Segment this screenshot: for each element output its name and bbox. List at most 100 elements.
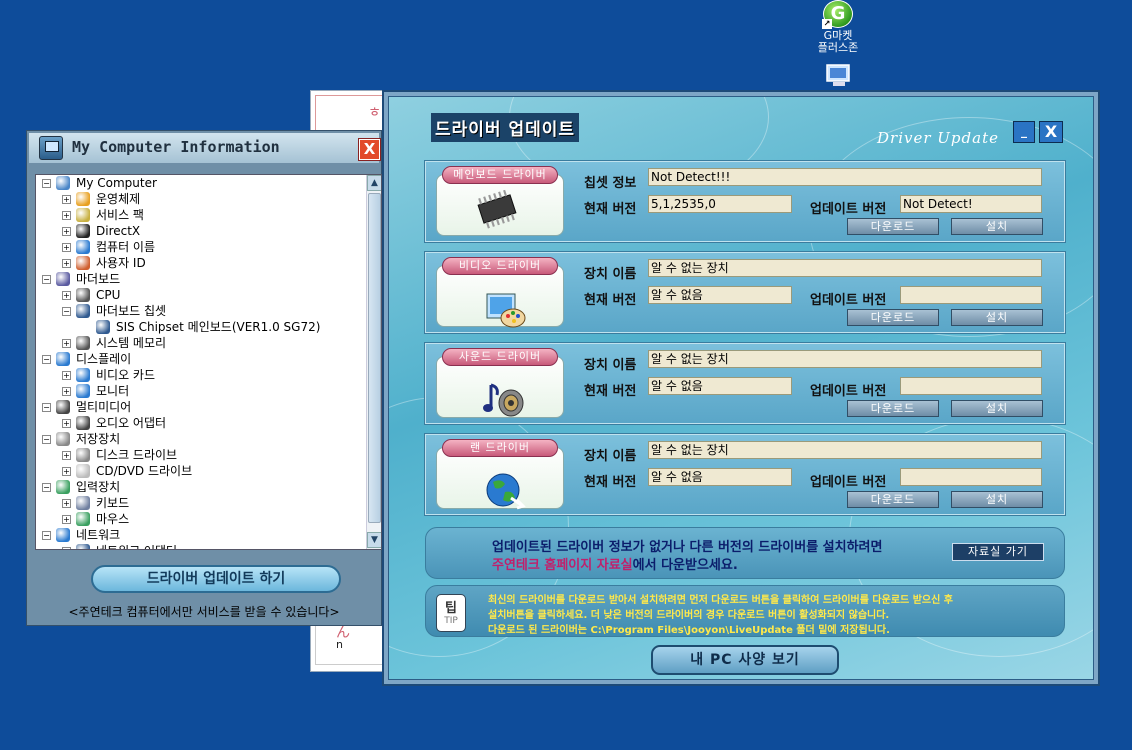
tree-item-label: 디스크 드라이브 <box>96 448 178 462</box>
view-my-pc-spec-button[interactable]: 내 PC 사양 보기 <box>651 645 839 675</box>
tree-item[interactable]: − 마더보드 <box>36 271 366 287</box>
sound-driver-tag: 사운드 드라이버 <box>442 348 558 366</box>
tree-item[interactable]: + DirectX <box>36 223 366 239</box>
tree-item-label: 저장장치 <box>76 432 121 446</box>
tree-item[interactable]: + 사용자 ID <box>36 255 366 271</box>
title-bar[interactable]: My Computer Information X <box>29 133 381 163</box>
expand-icon[interactable]: + <box>62 259 71 268</box>
music-speaker-icon <box>483 383 524 417</box>
expand-icon[interactable]: + <box>62 195 71 204</box>
current-version-field: 알 수 없음 <box>648 377 792 395</box>
expand-icon[interactable]: + <box>62 467 71 476</box>
install-button[interactable]: 설치 <box>951 491 1043 508</box>
tree-item[interactable]: + 서비스 팩 <box>36 207 366 223</box>
speaker-icon <box>76 416 90 430</box>
tip-line3: 다운로드 된 드라이버는 C:\Program Files\Jooyon\Liv… <box>488 625 890 636</box>
install-button[interactable]: 설치 <box>951 218 1043 235</box>
update-version-field <box>900 468 1042 486</box>
expand-icon[interactable]: + <box>62 499 71 508</box>
collapse-icon[interactable]: − <box>42 531 51 540</box>
tree-item-label: 멀티미디어 <box>76 400 132 414</box>
tree-item[interactable]: + CD/DVD 드라이브 <box>36 463 366 479</box>
collapse-icon[interactable]: − <box>42 179 51 188</box>
pc-icon <box>96 320 110 334</box>
mainboard-driver-panel: 메인보드 드라이버 칩셋 정보 Not Detect!!! 현재 버전 5,1,… <box>424 160 1066 243</box>
scroll-up-icon[interactable]: ▲ <box>367 175 381 191</box>
tree-item-label: 비디오 카드 <box>96 368 156 382</box>
window-title: My Computer Information <box>72 138 280 156</box>
expand-icon[interactable]: + <box>62 387 71 396</box>
shortcut-arrow-icon: ↗ <box>822 19 832 29</box>
current-version-label: 현재 버전 <box>584 384 637 399</box>
windows-icon <box>76 192 90 206</box>
tree-item[interactable]: − 네트워크 <box>36 527 366 543</box>
window-title: 드라이버 업데이트 <box>431 113 580 142</box>
download-button[interactable]: 다운로드 <box>847 218 939 235</box>
tree-item-label: SIS Chipset 메인보드(VER1.0 SG72) <box>116 320 321 334</box>
computer-desktop-icon[interactable] <box>824 64 854 88</box>
tree-item[interactable]: − 저장장치 <box>36 431 366 447</box>
expand-icon[interactable]: + <box>62 547 71 549</box>
tree-item[interactable]: + 비디오 카드 <box>36 367 366 383</box>
download-button[interactable]: 다운로드 <box>847 491 939 508</box>
tree-item[interactable]: + 네트워크 어댑터 <box>36 543 366 549</box>
close-button[interactable]: X <box>1039 121 1063 143</box>
globe-icon <box>56 528 70 542</box>
device-tree[interactable]: − My Computer + 운영체제 + 서비스 팩 + DirectX + 컴퓨터 이름 + 사… <box>35 174 382 550</box>
scroll-thumb[interactable] <box>368 193 381 523</box>
current-version-label: 현재 버전 <box>584 293 637 308</box>
tree-item[interactable]: + 마우스 <box>36 511 366 527</box>
tree-item[interactable]: − 입력장치 <box>36 479 366 495</box>
download-button[interactable]: 다운로드 <box>847 309 939 326</box>
go-to-archive-button[interactable]: 자료실 가기 <box>952 543 1044 561</box>
expand-icon[interactable]: + <box>62 339 71 348</box>
gmarket-icon: G ↗ <box>822 0 853 29</box>
tree-item[interactable]: + CPU <box>36 287 366 303</box>
expand-icon[interactable]: + <box>62 291 71 300</box>
tree-item[interactable]: − 디스플레이 <box>36 351 366 367</box>
tree-item[interactable]: + 오디오 어댑터 <box>36 415 366 431</box>
current-version-label: 현재 버전 <box>584 202 637 217</box>
gmarket-icon-label-line2: 플러스존 <box>817 41 859 54</box>
collapse-icon[interactable]: − <box>42 355 51 364</box>
tree-item[interactable]: − My Computer <box>36 175 366 191</box>
install-button[interactable]: 설치 <box>951 309 1043 326</box>
vertical-scrollbar[interactable]: ▲ ▼ <box>366 175 381 549</box>
bg-window-char: ㅎ <box>368 105 381 121</box>
expand-icon[interactable]: + <box>62 227 71 236</box>
tree-item[interactable]: − 멀티미디어 <box>36 399 366 415</box>
homepage-link[interactable]: 주연테크 홈페이지 자료실 <box>492 558 633 573</box>
collapse-icon[interactable]: − <box>42 435 51 444</box>
minimize-button[interactable]: _ <box>1013 121 1035 143</box>
tree-item[interactable]: + 컴퓨터 이름 <box>36 239 366 255</box>
tree-item-label: 마우스 <box>96 512 130 526</box>
collapse-icon[interactable]: − <box>42 483 51 492</box>
palette-icon <box>486 293 526 328</box>
gmarket-desktop-icon[interactable]: G ↗ G마켓 플러스존 <box>808 0 868 54</box>
tree-item-label: 서비스 팩 <box>96 208 144 222</box>
scroll-down-icon[interactable]: ▼ <box>367 532 381 548</box>
expand-icon[interactable]: + <box>62 371 71 380</box>
collapse-icon[interactable]: − <box>42 275 51 284</box>
collapse-icon[interactable]: − <box>62 307 71 316</box>
expand-icon[interactable]: + <box>62 451 71 460</box>
tree-item[interactable]: + 모니터 <box>36 383 366 399</box>
tree-item[interactable]: − 마더보드 칩셋 <box>36 303 366 319</box>
driver-update-button[interactable]: 드라이버 업데이트 하기 <box>91 565 341 593</box>
expand-icon[interactable]: + <box>62 211 71 220</box>
tree-item[interactable]: + 키보드 <box>36 495 366 511</box>
tree-item[interactable]: + 시스템 메모리 <box>36 335 366 351</box>
mouse-icon <box>76 512 90 526</box>
tree-item[interactable]: + 운영체제 <box>36 191 366 207</box>
collapse-icon[interactable]: − <box>42 403 51 412</box>
install-button[interactable]: 설치 <box>951 400 1043 417</box>
expand-icon[interactable]: + <box>62 243 71 252</box>
download-button[interactable]: 다운로드 <box>847 400 939 417</box>
tree-item[interactable]: SIS Chipset 메인보드(VER1.0 SG72) <box>36 319 366 335</box>
tree-item[interactable]: + 디스크 드라이브 <box>36 447 366 463</box>
current-version-label: 현재 버전 <box>584 475 637 490</box>
expand-icon[interactable]: + <box>62 419 71 428</box>
close-button[interactable]: X <box>358 138 381 161</box>
device-name-field: 알 수 없는 장치 <box>648 441 1042 459</box>
expand-icon[interactable]: + <box>62 515 71 524</box>
